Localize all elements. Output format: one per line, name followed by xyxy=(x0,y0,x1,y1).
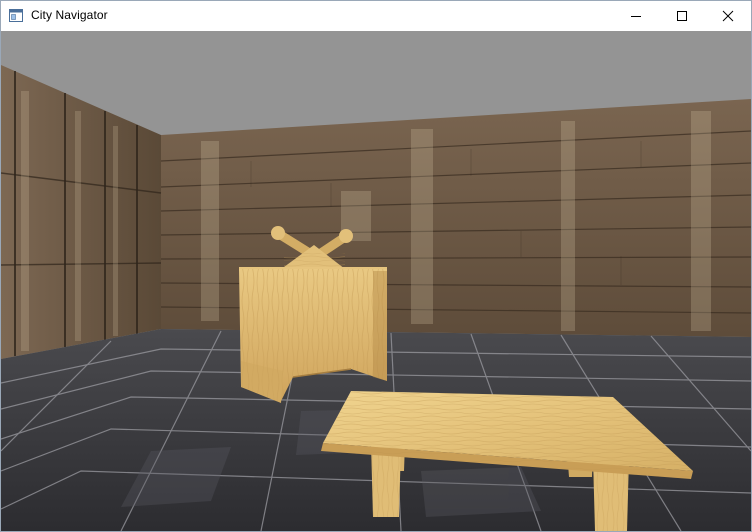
close-icon xyxy=(722,10,734,22)
app-icon xyxy=(9,9,23,22)
minimize-button[interactable] xyxy=(613,1,659,31)
minimize-icon xyxy=(631,16,641,17)
close-button[interactable] xyxy=(705,1,751,31)
app-window: City Navigator xyxy=(0,0,752,532)
window-title: City Navigator xyxy=(31,8,108,22)
title-bar[interactable]: City Navigator xyxy=(1,1,751,31)
maximize-button[interactable] xyxy=(659,1,705,31)
scene-canvas[interactable] xyxy=(1,31,751,531)
3d-viewport[interactable] xyxy=(1,31,751,531)
maximize-icon xyxy=(677,11,687,21)
